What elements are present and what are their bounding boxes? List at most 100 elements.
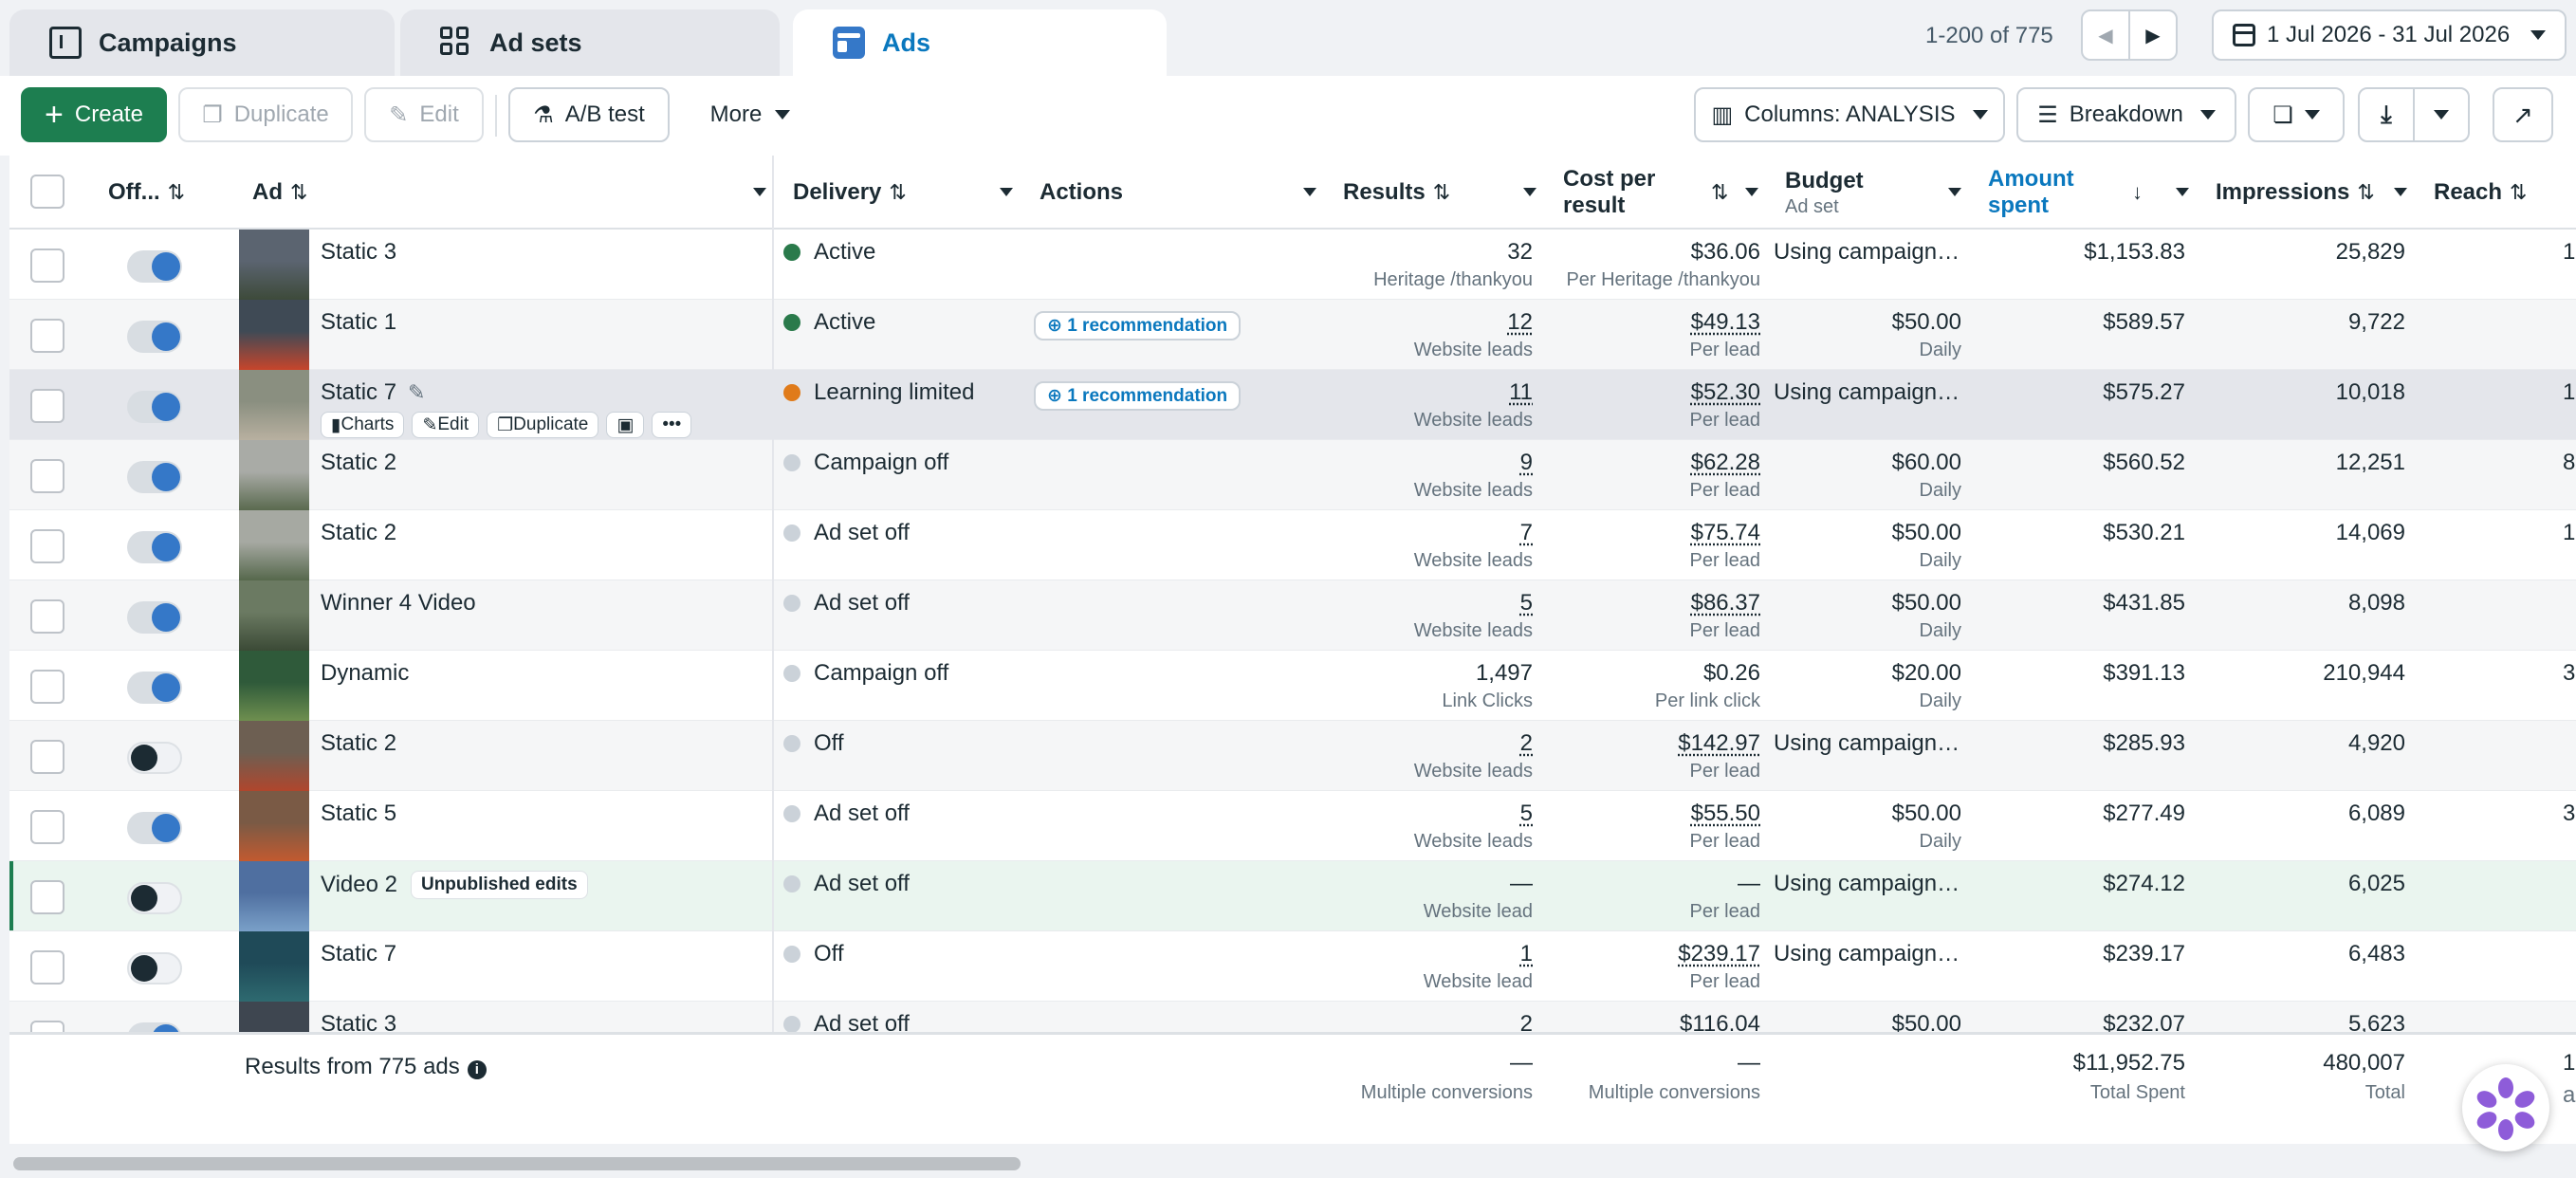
next-page-button[interactable]: ▶ xyxy=(2128,9,2178,61)
ad-toggle-switch[interactable] xyxy=(127,742,182,774)
ad-name-text[interactable]: Video 2 xyxy=(321,872,397,898)
column-header-results[interactable]: Results ⇅ xyxy=(1330,156,1550,230)
select-all-checkbox[interactable] xyxy=(30,175,64,209)
column-header-budget[interactable]: Budget Ad set xyxy=(1772,156,1975,230)
ab-test-button[interactable]: ⚗ A/B test xyxy=(508,87,670,142)
table-row[interactable]: Static 2 Ad set off 7 Website leads $75.74 Pe… xyxy=(9,510,2576,580)
row-checkbox[interactable] xyxy=(30,670,64,704)
results-value[interactable]: 2 xyxy=(1520,730,1533,757)
tab-ad-sets[interactable]: Ad sets xyxy=(400,9,780,76)
ad-name-text[interactable]: Static 7 xyxy=(321,941,396,967)
cost-per-result-value[interactable]: $239.17 xyxy=(1678,941,1760,967)
row-action-duplicate-button[interactable]: ❐ Duplicate xyxy=(487,412,599,438)
reports-button[interactable]: ❏ xyxy=(2248,87,2345,142)
cost-per-result-value[interactable]: $86.37 xyxy=(1691,590,1760,617)
row-checkbox[interactable] xyxy=(30,599,64,634)
horizontal-scrollbar[interactable] xyxy=(13,1157,1021,1170)
charts-button[interactable]: ↗ xyxy=(2493,87,2553,142)
ad-name[interactable]: Static 7 ✎ xyxy=(321,379,425,406)
ad-thumbnail[interactable] xyxy=(239,440,309,510)
ad-thumbnail[interactable] xyxy=(239,230,309,300)
ad-name-text[interactable]: Static 2 xyxy=(321,730,396,757)
ad-name-text[interactable]: Static 1 xyxy=(321,309,396,336)
column-header-actions[interactable]: Actions xyxy=(1026,156,1330,230)
ad-name-text[interactable]: Static 7 xyxy=(321,379,396,406)
ad-toggle-switch[interactable] xyxy=(127,250,182,283)
results-value[interactable]: 5 xyxy=(1520,801,1533,827)
ad-name-text[interactable]: Static 5 xyxy=(321,801,396,827)
ad-thumbnail[interactable] xyxy=(239,791,309,861)
table-row[interactable]: Dynamic Campaign off 1,497 Link Clicks $0.26… xyxy=(9,651,2576,721)
column-header-reach[interactable]: Reach ⇅ xyxy=(2420,156,2576,230)
tab-ads[interactable]: Ads xyxy=(793,9,1167,76)
results-value[interactable]: 9 xyxy=(1520,450,1533,476)
create-button[interactable]: + Create xyxy=(21,87,167,142)
row-checkbox[interactable] xyxy=(30,248,64,283)
results-value[interactable]: 1 xyxy=(1520,941,1533,967)
table-row[interactable]: Static 1 Active ⊕ 1 recommendation 12 Websit… xyxy=(9,300,2576,370)
ad-name[interactable]: Dynamic xyxy=(321,660,409,687)
column-header-impressions[interactable]: Impressions ⇅ xyxy=(2202,156,2420,230)
column-header-off[interactable]: Off... ⇅ xyxy=(95,156,237,230)
table-row[interactable]: Static 7 ✎ ▮ Charts ✎ Edit ❐ Duplicate ▣ ••• Le… xyxy=(9,370,2576,440)
export-options-button[interactable] xyxy=(2413,87,2470,142)
export-button[interactable]: ⤓ xyxy=(2358,87,2415,142)
columns-button[interactable]: ▥ Columns: ANALYSIS xyxy=(1694,87,2005,142)
ad-name-text[interactable]: Static 2 xyxy=(321,450,396,476)
row-checkbox[interactable] xyxy=(30,810,64,844)
ad-toggle-switch[interactable] xyxy=(127,321,182,353)
row-checkbox[interactable] xyxy=(30,459,64,493)
date-range-picker[interactable]: 1 Jul 2026 - 31 Jul 2026 xyxy=(2212,9,2567,61)
cost-per-result-value[interactable]: $62.28 xyxy=(1691,450,1760,476)
table-row[interactable]: Static 5 Ad set off 5 Website leads $55.50 Pe… xyxy=(9,791,2576,861)
table-row[interactable]: Static 2 Off 2 Website leads $142.97 Per lead… xyxy=(9,721,2576,791)
ad-toggle-switch[interactable] xyxy=(127,601,182,634)
table-row[interactable]: Static 7 Off 1 Website lead $239.17 Per lead U… xyxy=(9,931,2576,1002)
preview-image-icon[interactable]: ▣ xyxy=(606,412,645,438)
more-options-icon[interactable]: ••• xyxy=(652,412,692,438)
ad-toggle-switch[interactable] xyxy=(127,672,182,704)
duplicate-button[interactable]: ❐ Duplicate xyxy=(178,87,353,142)
ad-name[interactable]: Static 7 xyxy=(321,941,396,967)
ad-name[interactable]: Static 2 xyxy=(321,450,396,476)
table-row[interactable]: Video 2 Unpublished edits Ad set off — Websi… xyxy=(9,861,2576,931)
ad-name[interactable]: Static 2 xyxy=(321,730,396,757)
table-row[interactable]: Winner 4 Video Ad set off 5 Website leads $8… xyxy=(9,580,2576,651)
row-checkbox[interactable] xyxy=(30,880,64,914)
assistant-flower-icon[interactable] xyxy=(2462,1064,2549,1151)
breakdown-button[interactable]: ☰ Breakdown xyxy=(2016,87,2236,142)
ad-toggle-switch[interactable] xyxy=(127,391,182,423)
column-header-amount-spent[interactable]: Amount spent ↓ xyxy=(1975,156,2202,230)
ad-name[interactable]: Static 3 xyxy=(321,239,396,266)
recommendation-badge[interactable]: ⊕ 1 recommendation xyxy=(1034,381,1242,411)
ad-toggle-switch[interactable] xyxy=(127,461,182,493)
ad-name-text[interactable]: Static 3 xyxy=(321,239,396,266)
cost-per-result-value[interactable]: $142.97 xyxy=(1678,730,1760,757)
tab-campaigns[interactable]: Campaigns xyxy=(9,9,395,76)
pencil-icon[interactable]: ✎ xyxy=(408,380,425,405)
ad-thumbnail[interactable] xyxy=(239,651,309,721)
cost-per-result-value[interactable]: $75.74 xyxy=(1691,520,1760,546)
results-value[interactable]: 11 xyxy=(1509,379,1533,406)
ad-thumbnail[interactable] xyxy=(239,931,309,1002)
ad-name-text[interactable]: Dynamic xyxy=(321,660,409,687)
ad-toggle-switch[interactable] xyxy=(127,952,182,985)
table-row[interactable]: Static 3 Active 32 Heritage /thankyou $36.06… xyxy=(9,230,2576,300)
ad-name[interactable]: Video 2 Unpublished edits xyxy=(321,871,588,899)
ad-toggle-switch[interactable] xyxy=(127,882,182,914)
ad-name[interactable]: Static 2 xyxy=(321,520,396,546)
ad-name[interactable]: Static 5 xyxy=(321,801,396,827)
cost-per-result-value[interactable]: $55.50 xyxy=(1691,801,1760,827)
column-header-delivery[interactable]: Delivery ⇅ xyxy=(780,156,1026,230)
recommendation-badge[interactable]: ⊕ 1 recommendation xyxy=(1034,311,1242,341)
ad-thumbnail[interactable] xyxy=(239,510,309,580)
ad-thumbnail[interactable] xyxy=(239,370,309,440)
ad-name-text[interactable]: Static 2 xyxy=(321,520,396,546)
row-action-charts-button[interactable]: ▮ Charts xyxy=(321,412,405,438)
table-row[interactable]: Static 2 Campaign off 9 Website leads $62.28… xyxy=(9,440,2576,510)
results-value[interactable]: 7 xyxy=(1520,520,1533,546)
ad-thumbnail[interactable] xyxy=(239,861,309,931)
row-checkbox[interactable] xyxy=(30,740,64,774)
previous-page-button[interactable]: ◀ xyxy=(2081,9,2130,61)
row-checkbox[interactable] xyxy=(30,319,64,353)
